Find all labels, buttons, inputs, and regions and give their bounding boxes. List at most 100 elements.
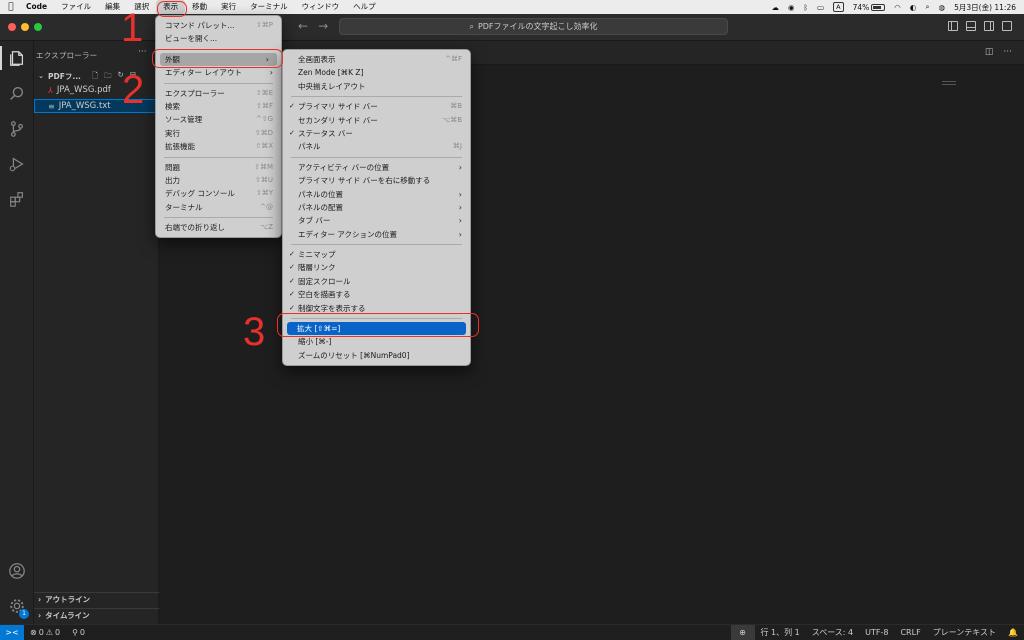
command-center-search[interactable]: ⌕ PDFファイルの文字起こし効率化 — [339, 18, 728, 35]
new-folder-icon[interactable]: 🗀 — [104, 70, 112, 83]
toggle-secondary-sidebar-icon[interactable] — [984, 21, 994, 31]
toggle-primary-sidebar-icon[interactable] — [948, 21, 958, 31]
appearance-menu-item[interactable]: パネル ⌘J — [283, 140, 470, 153]
window-controls — [8, 23, 42, 31]
wifi-icon[interactable]: ◠ — [894, 3, 901, 12]
appearance-menu-item[interactable]: アクティビティ バーの位置 › — [283, 161, 470, 174]
run-debug-icon[interactable] — [7, 154, 27, 174]
back-arrow-icon[interactable]: ← — [298, 19, 308, 33]
more-actions-icon[interactable]: ··· — [1003, 47, 1012, 57]
source-control-icon[interactable] — [7, 119, 27, 139]
appearance-menu-item[interactable]: ✓ 空白を描画する — [283, 288, 470, 301]
view-menu-item[interactable]: 拡張機能 ⇧⌘X — [156, 140, 281, 153]
checkmark-icon: ✓ — [289, 250, 295, 259]
appearance-menu-item[interactable]: 縮小 [⌘-] — [283, 335, 470, 348]
menu-help[interactable]: ヘルプ — [346, 0, 383, 14]
explorer-icon[interactable] — [0, 46, 27, 70]
customize-layout-icon[interactable] — [1002, 21, 1012, 31]
menu-separator — [164, 156, 273, 158]
appearance-menu-item[interactable]: ✓ ステータス バー — [283, 127, 470, 140]
outline-section[interactable]: › アウトライン — [34, 592, 159, 606]
appearance-menu-item[interactable]: ✓ 固定スクロール — [283, 275, 470, 288]
menu-app-name[interactable]: Code — [22, 0, 54, 14]
menu-go[interactable]: 移動 — [185, 0, 214, 14]
menu-run[interactable]: 実行 — [214, 0, 243, 14]
problems-indicator[interactable]: ⊗ 0 ⚠ 0 — [24, 628, 66, 637]
view-menu-item[interactable]: 検索 ⇧⌘F — [156, 100, 281, 113]
battery-status[interactable]: 74% — [853, 3, 886, 12]
menu-file[interactable]: ファイル — [54, 0, 98, 14]
view-menu-item-label: ターミナル — [165, 202, 203, 212]
status-right: ⊕ 行 1、列 1 スペース: 4 UTF-8 CRLF プレーンテキスト 🔔 — [730, 624, 1024, 640]
split-editor-icon[interactable]: ◫ — [985, 47, 994, 57]
cloud-icon[interactable]: ☁ — [771, 3, 779, 12]
appearance-menu-item[interactable]: Zen Mode [⌘K Z] — [283, 66, 470, 79]
appearance-menu-item[interactable]: タブ バー › — [283, 214, 470, 227]
search-icon[interactable] — [7, 84, 27, 104]
view-menu-item-shortcut: ⌥Z — [260, 223, 273, 232]
view-menu-item-label: 右端での折り返し — [165, 223, 225, 233]
view-menu-item[interactable]: 実行 ⇧⌘D — [156, 127, 281, 140]
close-window-button[interactable] — [8, 23, 16, 31]
manage-gear-icon[interactable]: 1 — [7, 596, 29, 619]
annotation-box-2 — [152, 49, 283, 68]
ports-indicator[interactable]: ⚲ 0 — [66, 628, 91, 637]
appearance-menu-item[interactable]: ✓ プライマリ サイド バー ⌘B — [283, 100, 470, 113]
forward-arrow-icon[interactable]: → — [318, 19, 328, 33]
control-center-icon[interactable]: ◐ — [910, 3, 917, 12]
appearance-menu-item[interactable]: セカンダリ サイド バー ⌥⌘B — [283, 114, 470, 127]
siri-icon[interactable]: ◍ — [939, 3, 946, 12]
view-menu-item[interactable]: デバッグ コンソール ⇧⌘Y — [156, 187, 281, 200]
appearance-menu-item[interactable]: ✓ 階層リンク — [283, 261, 470, 274]
appearance-menu-item[interactable]: パネルの位置 › — [283, 188, 470, 201]
language-mode[interactable]: プレーンテキスト — [927, 627, 1002, 638]
cursor-position[interactable]: 行 1、列 1 — [755, 627, 806, 638]
view-menu-item[interactable]: エクスプローラー ⇧⌘E — [156, 87, 281, 100]
indentation[interactable]: スペース: 4 — [806, 627, 859, 638]
input-mode-indicator[interactable]: A — [833, 2, 844, 12]
appearance-menu-item[interactable]: ズームのリセット [⌘NumPad0] — [283, 349, 470, 362]
minimap[interactable] — [942, 81, 956, 87]
zoom-window-button[interactable] — [34, 23, 42, 31]
clock[interactable]: 5月3日(金) 11:26 — [954, 2, 1016, 13]
new-file-icon[interactable]: 🗋 — [92, 70, 98, 83]
warning-count: 0 — [54, 628, 61, 637]
appearance-menu-item[interactable]: ✓ ミニマップ — [283, 248, 470, 261]
view-menu-item-shortcut: ⇧⌘P — [255, 21, 273, 29]
toggle-panel-icon[interactable] — [966, 21, 976, 31]
appearance-menu-item[interactable]: 中央揃えレイアウト — [283, 80, 470, 93]
extensions-icon[interactable] — [7, 189, 27, 209]
view-menu-item[interactable]: 右端での折り返し ⌥Z — [156, 221, 281, 234]
view-menu-item[interactable]: エディター レイアウト › — [156, 66, 281, 79]
notifications-bell-icon[interactable]: 🔔 — [1002, 628, 1024, 637]
menu-separator — [291, 96, 462, 98]
bluetooth-icon[interactable]: ᛒ — [804, 3, 809, 12]
appearance-menu-item-label: 縮小 [⌘-] — [298, 337, 332, 347]
view-menu-item[interactable]: コマンド パレット... ⇧⌘P — [156, 19, 281, 32]
view-menu-item[interactable]: ターミナル ^@ — [156, 201, 281, 214]
apple-icon[interactable]:  — [0, 2, 22, 12]
encoding[interactable]: UTF-8 — [859, 628, 894, 637]
view-menu-item[interactable]: 出力 ⇧⌘U — [156, 174, 281, 187]
screen-icon[interactable]: ▭ — [817, 3, 824, 12]
appearance-menu-item[interactable]: 全画面表示 ^⌘F — [283, 53, 470, 66]
appearance-menu-item[interactable]: プライマリ サイド バーを右に移動する — [283, 174, 470, 187]
timeline-section[interactable]: › タイムライン — [34, 608, 159, 622]
account-icon[interactable] — [7, 561, 27, 581]
end-of-line[interactable]: CRLF — [894, 628, 926, 637]
remote-indicator[interactable]: >< — [0, 624, 24, 640]
view-menu-item[interactable]: 問題 ⇧⌘M — [156, 161, 281, 174]
view-menu-item[interactable]: ソース管理 ^⇧G — [156, 113, 281, 126]
menu-terminal[interactable]: ターミナル — [243, 0, 295, 14]
zoom-icon[interactable]: ⊕ — [730, 624, 755, 640]
view-menu-item[interactable]: ビューを開く... — [156, 32, 281, 45]
search-icon: ⌕ — [469, 21, 474, 31]
menu-window[interactable]: ウィンドウ — [295, 0, 347, 14]
extension-status-icon[interactable]: ◉ — [788, 3, 795, 12]
view-menu-item-label: 実行 — [165, 128, 180, 138]
sidebar-title: エクスプローラー — [36, 51, 98, 60]
spotlight-icon[interactable]: ⌕ — [925, 2, 929, 12]
appearance-menu-item[interactable]: パネルの配置 › — [283, 201, 470, 214]
appearance-menu-item[interactable]: エディター アクションの位置 › — [283, 228, 470, 241]
minimize-window-button[interactable] — [21, 23, 29, 31]
